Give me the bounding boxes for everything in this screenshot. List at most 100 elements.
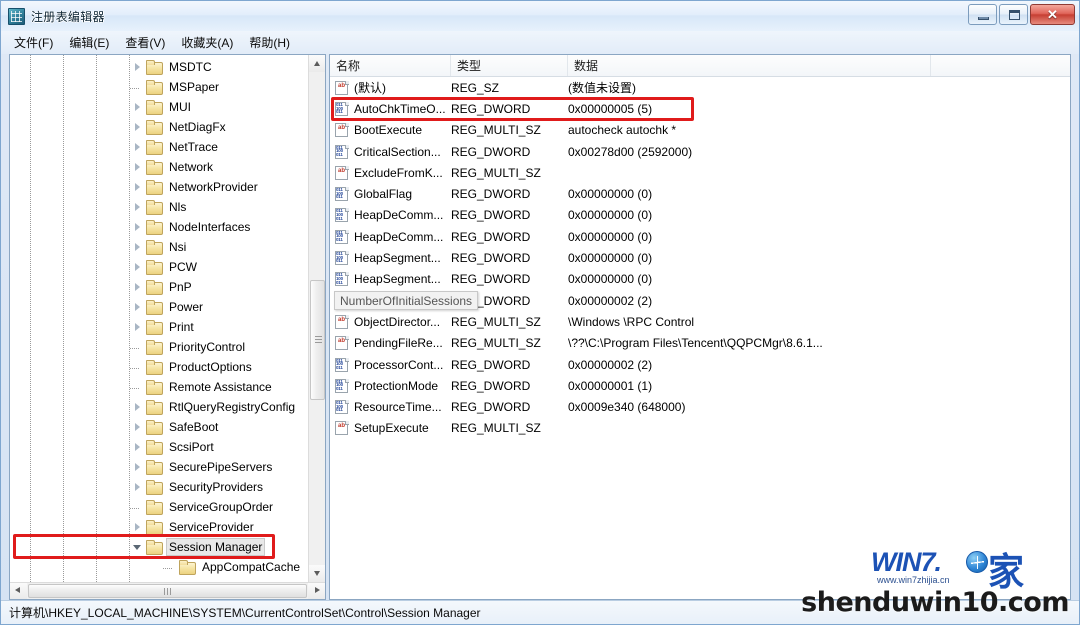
chevron-right-icon[interactable] xyxy=(130,479,146,495)
folder-icon xyxy=(146,280,163,295)
table-row[interactable]: 011 100 011 HeapDeComm... REG_DWORD 0x0000000… xyxy=(330,205,1070,226)
tree-item[interactable]: Nsi xyxy=(10,237,308,257)
chevron-right-icon[interactable] xyxy=(130,279,146,295)
tree-item[interactable]: Print xyxy=(10,317,308,337)
menu-item-5[interactable]: 帮助(H) xyxy=(243,32,300,54)
table-row[interactable]: ab ExcludeFromK... REG_MULTI_SZ xyxy=(330,162,1070,183)
value-name-cell: ab SetupExecute xyxy=(330,421,451,436)
tree-line-icon xyxy=(130,379,146,395)
chevron-right-icon[interactable] xyxy=(130,239,146,255)
table-row[interactable]: 011 100 011 ProtectionMode REG_DWORD 0x000000… xyxy=(330,375,1070,396)
table-row[interactable]: 011 100 011 HeapDeComm... REG_DWORD 0x0000000… xyxy=(330,226,1070,247)
tree-item[interactable]: Remote Assistance xyxy=(10,377,308,397)
table-row[interactable]: ab BootExecute REG_MULTI_SZ autocheck autoc… xyxy=(330,120,1070,141)
chevron-right-icon[interactable] xyxy=(130,119,146,135)
value-name: SetupExecute xyxy=(354,421,429,436)
tree-vscroll-thumb[interactable] xyxy=(310,280,325,400)
table-row[interactable]: 011 100 011 GlobalFlag REG_DWORD 0x00000000 (… xyxy=(330,183,1070,204)
chevron-right-icon[interactable] xyxy=(130,419,146,435)
tree-item[interactable]: SecurePipeServers xyxy=(10,457,308,477)
chevron-right-icon[interactable] xyxy=(130,179,146,195)
column-header-3[interactable]: 数据 xyxy=(568,55,931,76)
chevron-right-icon[interactable] xyxy=(130,319,146,335)
menu-item-4[interactable]: 收藏夹(A) xyxy=(175,32,243,54)
dword-value-icon: 011100011 xyxy=(334,208,350,223)
tree-horizontal-scrollbar[interactable] xyxy=(10,582,325,599)
tree-item-label: SecurityProviders xyxy=(169,480,264,494)
tree-item-label: ScsiPort xyxy=(169,440,214,454)
table-row[interactable]: 011 100 011 CriticalSection... REG_DWORD 0x00… xyxy=(330,141,1070,162)
tree-item-label: ServiceProvider xyxy=(169,520,254,534)
table-row[interactable]: 011 100 011 ResourceTime... REG_DWORD 0x0009e… xyxy=(330,396,1070,417)
table-row[interactable]: ab (默认) REG_SZ (数值未设置) xyxy=(330,77,1070,98)
chevron-right-icon[interactable] xyxy=(130,199,146,215)
tree-item[interactable]: NetTrace xyxy=(10,137,308,157)
tree-item[interactable]: SecurityProviders xyxy=(10,477,308,497)
chevron-right-icon[interactable] xyxy=(130,59,146,75)
tree-item[interactable]: ServiceProvider xyxy=(10,517,308,537)
tree-item[interactable]: Nls xyxy=(10,197,308,217)
tree-item[interactable]: MSDTC xyxy=(10,57,308,77)
table-row[interactable]: 011 100 011 HeapSegment... REG_DWORD 0x000000… xyxy=(330,269,1070,290)
column-header-4[interactable] xyxy=(931,55,1070,76)
tree-item[interactable]: SafeBoot xyxy=(10,417,308,437)
scroll-right-arrow-icon[interactable] xyxy=(308,583,325,599)
minimize-button[interactable] xyxy=(968,4,997,25)
tree-item[interactable]: PriorityControl xyxy=(10,337,308,357)
tree-item[interactable]: MUI xyxy=(10,97,308,117)
tree-item[interactable]: PnP xyxy=(10,277,308,297)
tree-item[interactable]: MSPaper xyxy=(10,77,308,97)
chevron-right-icon[interactable] xyxy=(130,299,146,315)
table-row[interactable]: ab PendingFileRe... REG_MULTI_SZ \??\C:\Pro… xyxy=(330,333,1070,354)
value-data-cell: 0x00000000 (0) xyxy=(568,272,653,287)
chevron-right-icon[interactable] xyxy=(130,399,146,415)
tree-item[interactable]: Network xyxy=(10,157,308,177)
tree-item[interactable]: NetDiagFx xyxy=(10,117,308,137)
tree-item[interactable]: RtlQueryRegistryConfig xyxy=(10,397,308,417)
chevron-right-icon[interactable] xyxy=(130,99,146,115)
tree-hscroll-thumb[interactable] xyxy=(28,584,307,598)
tree-item[interactable]: NodeInterfaces xyxy=(10,217,308,237)
column-header-2[interactable]: 类型 xyxy=(451,55,568,76)
registry-values-panel: 名称 类型 数据 NumberOfInitialSessions ab (默认) REG… xyxy=(329,54,1071,600)
chevron-right-icon[interactable] xyxy=(130,519,146,535)
tree-item[interactable]: ProductOptions xyxy=(10,357,308,377)
tree-item[interactable]: PCW xyxy=(10,257,308,277)
maximize-button[interactable] xyxy=(999,4,1028,25)
value-name-cell: 011 100 011 HeapDeComm... xyxy=(330,208,451,223)
tree-item[interactable]: NetworkProvider xyxy=(10,177,308,197)
chevron-right-icon[interactable] xyxy=(130,439,146,455)
tree-item[interactable]: AppCompatCache xyxy=(10,557,308,577)
registry-values-list: NumberOfInitialSessions ab (默认) REG_SZ (数值未… xyxy=(330,77,1070,599)
chevron-right-icon[interactable] xyxy=(130,139,146,155)
tree-item-label: Network xyxy=(169,160,214,174)
folder-icon xyxy=(146,440,163,455)
tree-item[interactable]: ScsiPort xyxy=(10,437,308,457)
table-row[interactable]: ab ObjectDirector... REG_MULTI_SZ \Windows … xyxy=(330,311,1070,332)
value-data-cell: 0x0009e340 (648000) xyxy=(568,400,686,415)
column-header-1[interactable]: 名称 xyxy=(330,55,451,76)
chevron-down-icon[interactable] xyxy=(130,539,146,555)
tree-item-selected[interactable]: Session Manager xyxy=(10,537,308,557)
scroll-left-arrow-icon[interactable] xyxy=(10,583,27,599)
chevron-right-icon[interactable] xyxy=(130,459,146,475)
close-button[interactable]: ✕ xyxy=(1030,4,1075,25)
chevron-right-icon[interactable] xyxy=(130,159,146,175)
table-row[interactable]: 011 100 011 HeapSegment... REG_DWORD 0x000000… xyxy=(330,247,1070,268)
chevron-right-icon[interactable] xyxy=(130,219,146,235)
table-row[interactable]: 011 100 011 AutoChkTimeO... REG_DWORD 0x00000… xyxy=(330,98,1070,119)
scroll-down-arrow-icon[interactable] xyxy=(309,565,325,582)
tree-item-label: NetDiagFx xyxy=(169,120,226,134)
value-name: HeapDeComm... xyxy=(354,229,444,244)
tree-vertical-scrollbar[interactable] xyxy=(308,55,325,582)
menu-item-1[interactable]: 文件(F) xyxy=(8,32,63,54)
menu-item-3[interactable]: 查看(V) xyxy=(119,32,175,54)
tree-item[interactable]: ServiceGroupOrder xyxy=(10,497,308,517)
close-icon: ✕ xyxy=(1047,7,1058,22)
scroll-up-arrow-icon[interactable] xyxy=(309,55,325,72)
table-row[interactable]: ab SetupExecute REG_MULTI_SZ xyxy=(330,418,1070,439)
menu-item-2[interactable]: 编辑(E) xyxy=(63,32,119,54)
tree-item[interactable]: Power xyxy=(10,297,308,317)
chevron-right-icon[interactable] xyxy=(130,259,146,275)
table-row[interactable]: 011 100 011 ProcessorCont... REG_DWORD 0x0000… xyxy=(330,354,1070,375)
